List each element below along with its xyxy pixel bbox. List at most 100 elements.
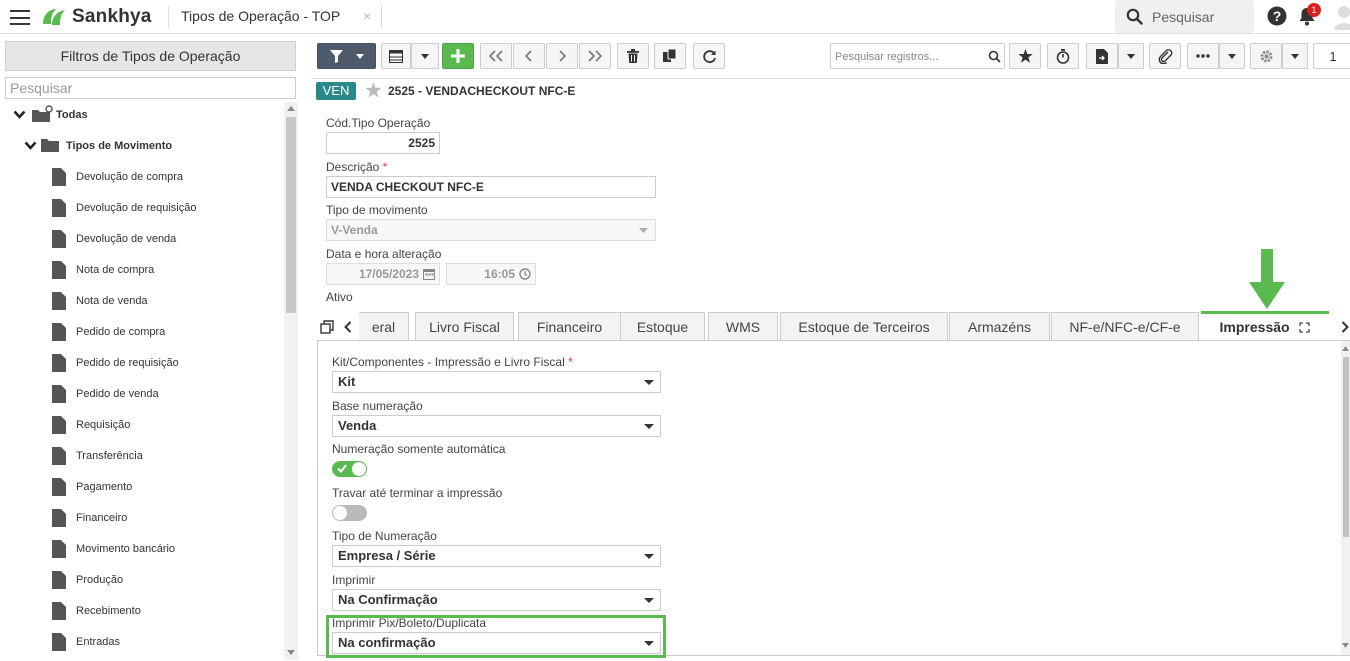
timer-button[interactable] xyxy=(1047,43,1079,69)
svg-text:?: ? xyxy=(1273,8,1282,24)
page-number-input[interactable]: 1 xyxy=(1313,43,1350,69)
gear-icon xyxy=(1260,50,1272,62)
toggle-knob xyxy=(333,506,347,520)
num-auto-toggle[interactable] xyxy=(332,461,367,477)
delete-button[interactable] xyxy=(617,43,649,69)
delete-icon xyxy=(627,49,639,63)
tipo-mov-select[interactable]: V-Venda xyxy=(326,219,656,241)
menu-icon[interactable] xyxy=(10,10,30,25)
grid-icon xyxy=(389,49,403,63)
tree-scrollbar-thumb[interactable] xyxy=(286,117,296,313)
chevron-down-icon xyxy=(644,554,654,559)
chevron-down-icon[interactable] xyxy=(13,110,26,120)
next-record-button[interactable] xyxy=(546,43,578,69)
avatar[interactable] xyxy=(1332,4,1350,30)
date-field[interactable]: 17/05/2023 xyxy=(326,263,440,285)
tree-item-label: Nota de compra xyxy=(76,264,155,276)
panel-scrollbar-thumb[interactable] xyxy=(1343,357,1349,537)
travar-toggle[interactable] xyxy=(332,505,367,521)
clock-icon[interactable] xyxy=(519,268,531,280)
app-tab-title[interactable]: Tipos de Operação - TOP xyxy=(181,8,340,24)
tree-node-tipos-movimento[interactable]: Tipos de Movimento xyxy=(66,140,172,152)
kit-select[interactable]: Kit xyxy=(332,371,661,393)
imprimir-label: Imprimir xyxy=(332,573,376,587)
chevron-right-icon[interactable] xyxy=(1341,321,1349,333)
kit-value: Kit xyxy=(338,374,356,389)
top-bar: Sankhya Tipos de Operação - TOP × Pesqui… xyxy=(0,0,1350,34)
first-record-button[interactable] xyxy=(480,43,512,69)
document-icon xyxy=(52,416,66,434)
divider xyxy=(168,6,169,28)
chevron-down-icon xyxy=(1228,53,1236,59)
document-icon xyxy=(52,199,66,217)
view-options-button[interactable] xyxy=(411,43,439,69)
help-icon[interactable]: ? xyxy=(1267,6,1287,26)
tab-estoque-terceiros[interactable]: Estoque de Terceiros xyxy=(780,312,948,341)
tree-item-label: Devolução de compra xyxy=(76,171,184,183)
tree-item-label: Transferência xyxy=(76,450,143,462)
scroll-down-icon[interactable] xyxy=(1342,643,1349,648)
chevron-down-icon[interactable] xyxy=(24,141,37,151)
required-marker: * xyxy=(568,355,573,369)
tab-nfe[interactable]: NF-e/NFC-e/CF-e xyxy=(1051,312,1199,341)
scroll-down-icon[interactable] xyxy=(287,650,295,656)
tab-impressao[interactable]: Impressão xyxy=(1201,311,1329,341)
settings-options-button[interactable] xyxy=(1282,43,1308,69)
tab-estoque[interactable]: Estoque xyxy=(620,312,705,341)
chevron-down-icon xyxy=(421,53,429,59)
add-icon xyxy=(451,49,465,63)
star-icon[interactable] xyxy=(365,82,382,98)
tipo-num-select[interactable]: Empresa / Série xyxy=(332,545,661,567)
more-button[interactable] xyxy=(1187,43,1219,69)
close-tab-icon[interactable]: × xyxy=(363,8,371,24)
settings-button[interactable] xyxy=(1250,43,1282,69)
search-icon[interactable] xyxy=(988,50,1001,63)
document-icon xyxy=(52,261,66,279)
time-field[interactable]: 16:05 xyxy=(446,263,536,285)
search-icon xyxy=(1126,8,1143,25)
scroll-up-icon[interactable] xyxy=(287,105,295,111)
document-icon xyxy=(52,478,66,496)
tab-wms[interactable]: WMS xyxy=(708,312,778,341)
more-options-button[interactable] xyxy=(1219,43,1245,69)
last-record-button[interactable] xyxy=(579,43,611,69)
filter-button[interactable] xyxy=(317,43,376,69)
tree-node-todas[interactable]: Todas xyxy=(56,109,88,121)
global-search[interactable]: Pesquisar xyxy=(1115,0,1254,33)
chevron-down-icon xyxy=(1127,53,1135,59)
tab-armazens[interactable]: Armazéns xyxy=(949,312,1050,341)
cod-field[interactable]: 2525 xyxy=(326,132,440,154)
restore-window-icon[interactable] xyxy=(320,320,334,334)
tab-geral[interactable]: eral xyxy=(359,312,409,341)
chevron-left-icon[interactable] xyxy=(344,321,352,333)
base-select[interactable]: Venda xyxy=(332,415,661,437)
add-button[interactable] xyxy=(442,43,474,69)
attach-button[interactable] xyxy=(1149,43,1181,69)
prev-icon xyxy=(524,50,532,62)
data-label: Data e hora alteração xyxy=(326,247,442,261)
travar-label: Travar até terminar a impressão xyxy=(332,486,503,500)
brand-logo[interactable]: Sankhya xyxy=(40,5,152,29)
filter-search-input[interactable]: Pesquisar xyxy=(5,77,296,99)
document-icon xyxy=(52,571,66,589)
document-icon xyxy=(52,540,66,558)
record-search-input[interactable]: Pesquisar registros... xyxy=(830,43,1005,69)
expand-icon[interactable] xyxy=(1299,322,1311,333)
export-options-button[interactable] xyxy=(1118,43,1144,69)
tab-impressao-label: Impressão xyxy=(1219,319,1290,335)
tab-livro-fiscal[interactable]: Livro Fiscal xyxy=(415,312,514,341)
imprimir-select[interactable]: Na Confirmação xyxy=(332,589,661,611)
favorite-button[interactable] xyxy=(1009,43,1041,69)
export-button[interactable] xyxy=(1086,43,1118,69)
document-icon xyxy=(52,354,66,372)
refresh-button[interactable] xyxy=(693,43,725,69)
scroll-up-icon[interactable] xyxy=(1342,346,1349,351)
tree-item-label: Financeiro xyxy=(76,512,128,524)
grid-view-button[interactable] xyxy=(381,43,411,69)
description-field[interactable]: VENDA CHECKOUT NFC-E xyxy=(326,176,656,198)
prev-record-button[interactable] xyxy=(513,43,545,69)
tab-financeiro[interactable]: Financeiro xyxy=(518,312,621,341)
duplicate-button[interactable] xyxy=(654,43,686,69)
page-number: 1 xyxy=(1329,48,1337,64)
calendar-icon[interactable] xyxy=(423,268,435,280)
